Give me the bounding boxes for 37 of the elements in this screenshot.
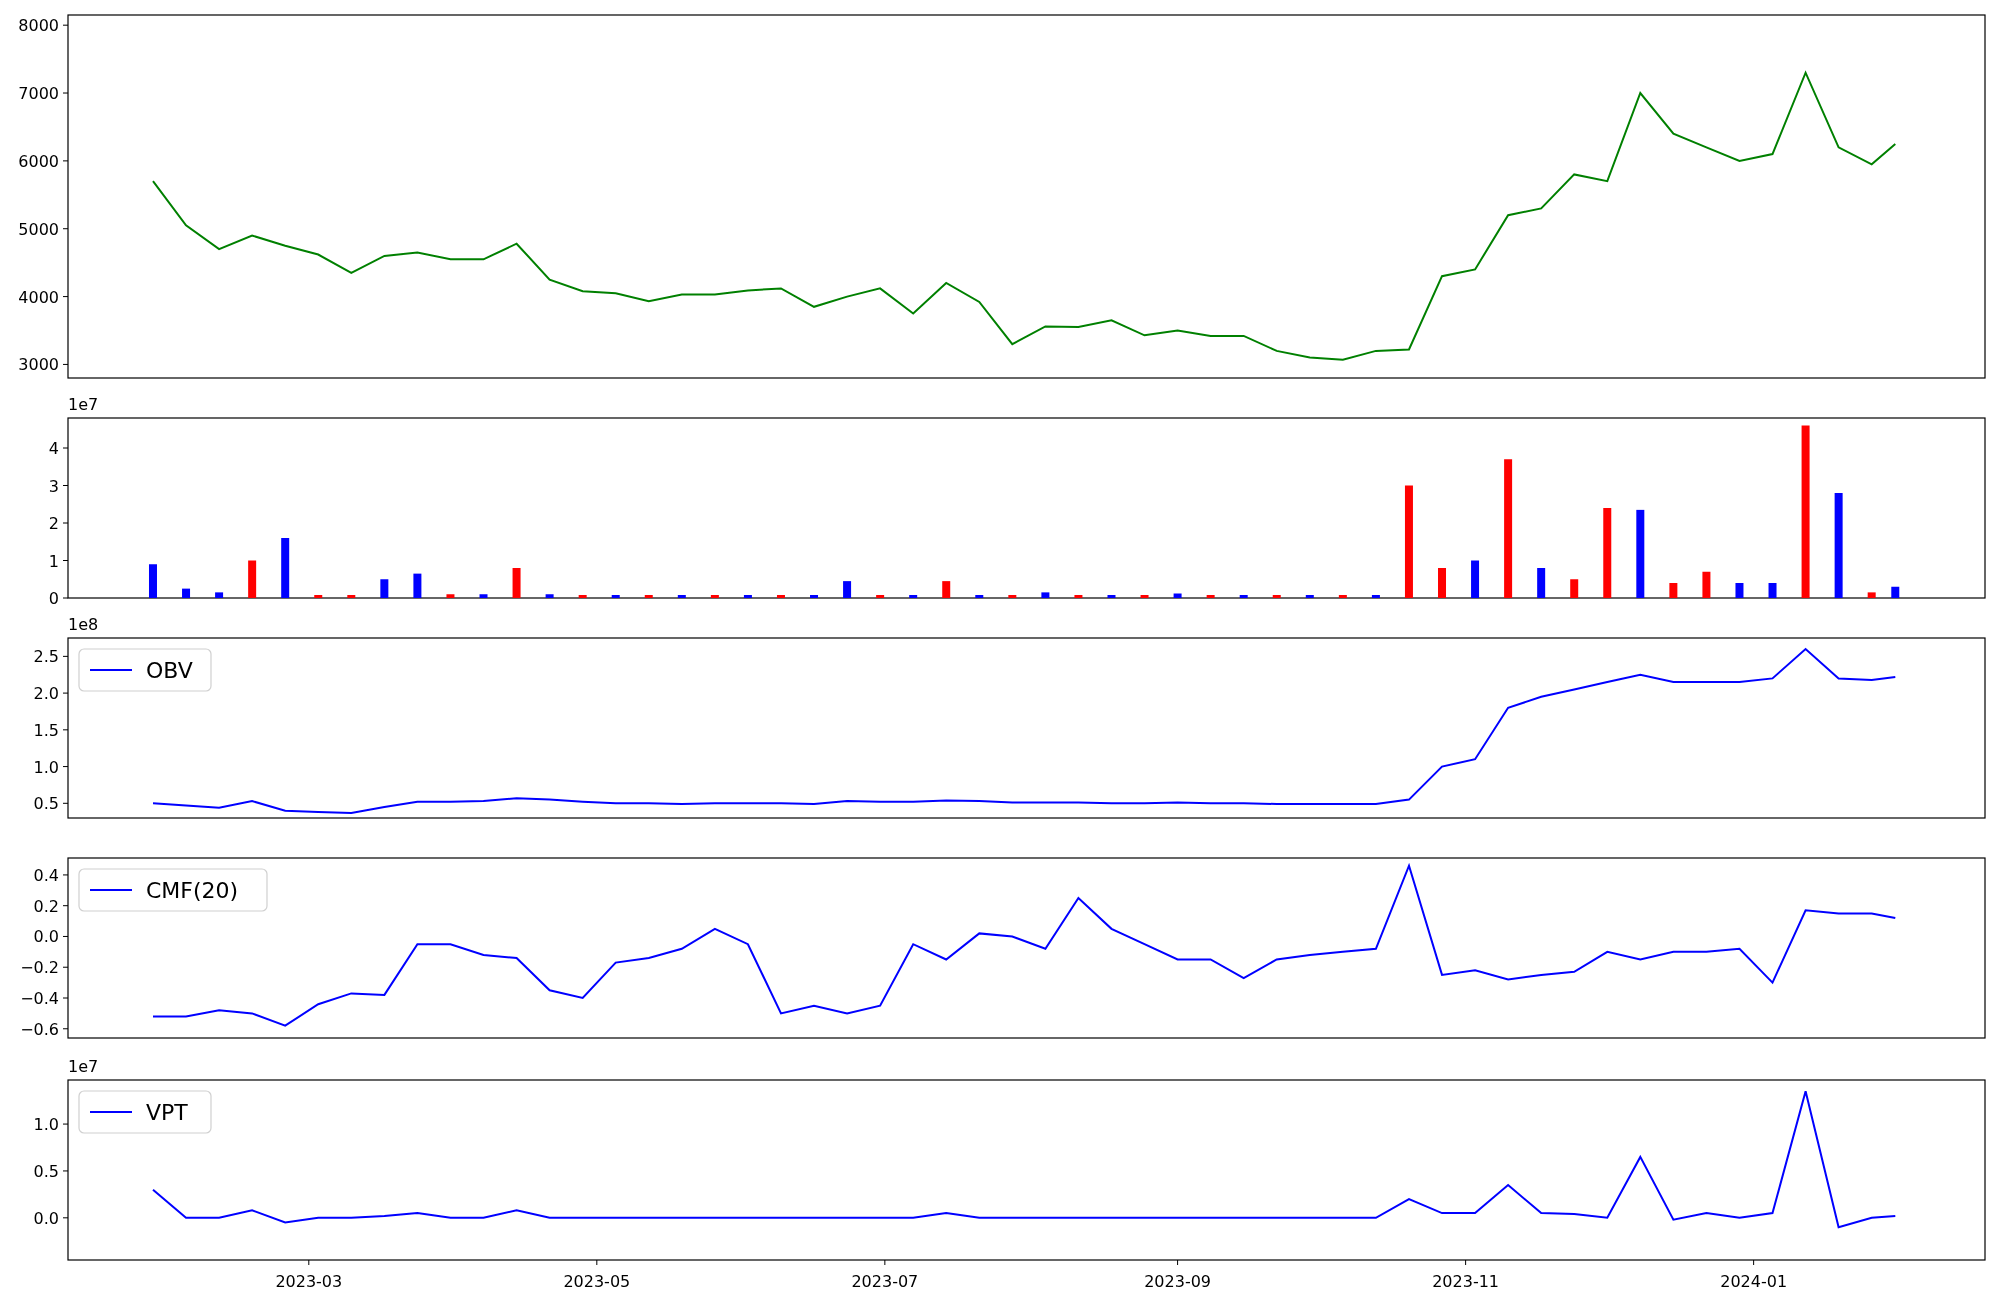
legend-label: VPT (146, 1100, 188, 1125)
tick-label: 1.0 (33, 1115, 59, 1135)
tick-label: 1.0 (33, 757, 59, 777)
tick-label: 2023-05 (563, 1272, 631, 1291)
tick-label: 1 (48, 551, 59, 571)
tick-label: 4 (48, 439, 59, 458)
tick-label: 2023-11 (1432, 1272, 1500, 1291)
tick-label: 2023-09 (1144, 1272, 1211, 1291)
tick-label: 2023-07 (851, 1272, 919, 1291)
tick-label: 2.0 (33, 684, 59, 704)
tick-label: 5000 (18, 219, 59, 239)
tick-label: 8000 (18, 16, 59, 36)
tick-label: 0.2 (33, 896, 59, 916)
axis-offset-label: 1e8 (68, 615, 99, 634)
tick-label: −0.6 (20, 1019, 59, 1039)
legend-label: CMF(20) (146, 878, 239, 903)
tick-label: 0.4 (33, 865, 59, 885)
tick-label: 0 (48, 589, 59, 608)
tick-label: −0.2 (20, 958, 59, 978)
tick-label: −0.4 (20, 989, 59, 1008)
tick-label: 3 (48, 476, 59, 496)
tick-label: 1.5 (33, 720, 59, 740)
axis-offset-label: 1e7 (68, 395, 99, 414)
tick-label: 0.0 (33, 927, 59, 947)
tick-label: 0.5 (33, 794, 59, 814)
tick-label: 4000 (18, 287, 59, 307)
tick-label: 6000 (18, 151, 59, 171)
tick-label: 2 (48, 514, 59, 533)
legend-label: OBV (146, 658, 193, 683)
tick-label: 0.5 (33, 1161, 59, 1181)
tick-label: 7000 (18, 84, 59, 104)
tick-label: 2023-03 (275, 1272, 343, 1291)
tick-label: 3000 (18, 355, 59, 375)
axis-offset-label: 1e7 (68, 1057, 99, 1076)
tick-label: 2.5 (33, 647, 59, 667)
tick-label: 2024-01 (1720, 1272, 1788, 1291)
tick-label: 0.0 (33, 1208, 59, 1228)
